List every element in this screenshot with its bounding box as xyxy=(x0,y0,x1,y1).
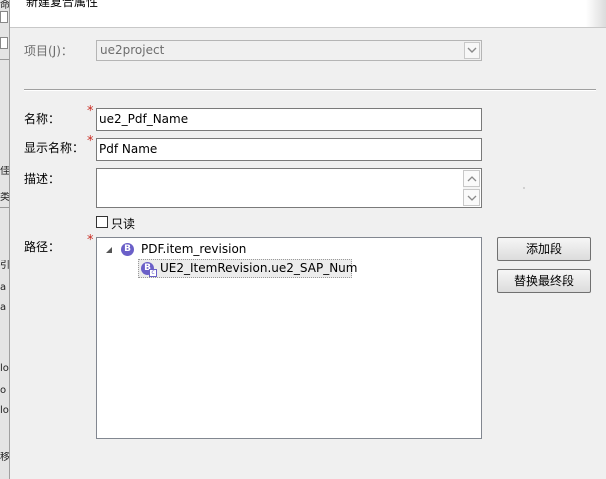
readonly-checkbox[interactable] xyxy=(96,216,108,228)
background-window-text: 移 xyxy=(0,452,9,463)
background-window-text: a xyxy=(0,282,7,293)
chevron-down-icon xyxy=(467,195,477,201)
name-label: 名称： xyxy=(24,112,61,126)
background-window-text: a xyxy=(0,302,7,313)
property-overlay-icon: c xyxy=(149,269,157,277)
background-window-text: 引 xyxy=(0,260,9,271)
background-window-edge: 命 佳 类 引 a a lo o lo 移 xyxy=(0,0,10,479)
display-name-value: Pdf Name xyxy=(99,142,158,156)
project-select[interactable]: ue2project xyxy=(96,40,482,61)
new-compound-property-dialog: 新建复合属性 项目(J)： ue2project 名称： * ue2_Pdf_N… xyxy=(10,0,606,479)
tree-node-root-label: PDF.item_revision xyxy=(141,242,247,256)
scroll-up-button[interactable] xyxy=(463,170,480,187)
required-indicator: * xyxy=(87,134,94,149)
section-divider xyxy=(24,89,596,91)
background-window-control xyxy=(0,11,8,23)
expand-collapse-icon[interactable] xyxy=(105,246,113,254)
dialog-title: 新建复合属性 xyxy=(26,0,99,9)
path-tree[interactable]: B PDF.item_revision B c UE2_ItemRevision… xyxy=(96,237,482,439)
name-value: ue2_Pdf_Name xyxy=(99,112,189,126)
background-window-divider xyxy=(0,59,9,60)
scroll-down-button[interactable] xyxy=(463,189,480,206)
required-indicator: * xyxy=(87,233,94,248)
header-decoration xyxy=(586,0,606,27)
project-label: 项目(J)： xyxy=(24,44,73,58)
background-artifact xyxy=(523,187,525,189)
name-input[interactable]: ue2_Pdf_Name xyxy=(96,108,482,131)
chevron-up-icon xyxy=(467,176,477,182)
display-name-label: 显示名称： xyxy=(24,141,85,155)
background-window-text: lo xyxy=(0,363,9,374)
description-textarea[interactable] xyxy=(96,168,482,208)
readonly-label[interactable]: 只读 xyxy=(111,215,135,232)
background-window-control xyxy=(0,37,8,49)
tree-node-child[interactable]: B c UE2_ItemRevision.ue2_SAP_Num xyxy=(138,259,357,278)
path-label: 路径： xyxy=(24,240,61,254)
project-value: ue2project xyxy=(100,43,165,57)
chevron-down-icon xyxy=(467,47,477,53)
tree-node-child-label: UE2_ItemRevision.ue2_SAP_Num xyxy=(160,261,358,275)
display-name-input[interactable]: Pdf Name xyxy=(96,138,482,161)
description-label: 描述： xyxy=(24,172,61,186)
background-window-divider xyxy=(0,207,9,208)
background-window-text: 类 xyxy=(0,192,9,203)
dropdown-button[interactable] xyxy=(464,42,480,59)
background-window-text: o xyxy=(0,385,7,396)
business-object-icon: B xyxy=(121,243,134,256)
required-indicator: * xyxy=(87,104,94,119)
replace-last-segment-button[interactable]: 替换最终段 xyxy=(497,269,591,293)
background-window-text: 佳 xyxy=(0,166,9,177)
background-window-text: lo xyxy=(0,405,9,416)
dialog-header: 新建复合属性 xyxy=(10,0,606,28)
add-segment-button[interactable]: 添加段 xyxy=(497,237,591,261)
description-scrollbar[interactable] xyxy=(463,170,480,206)
